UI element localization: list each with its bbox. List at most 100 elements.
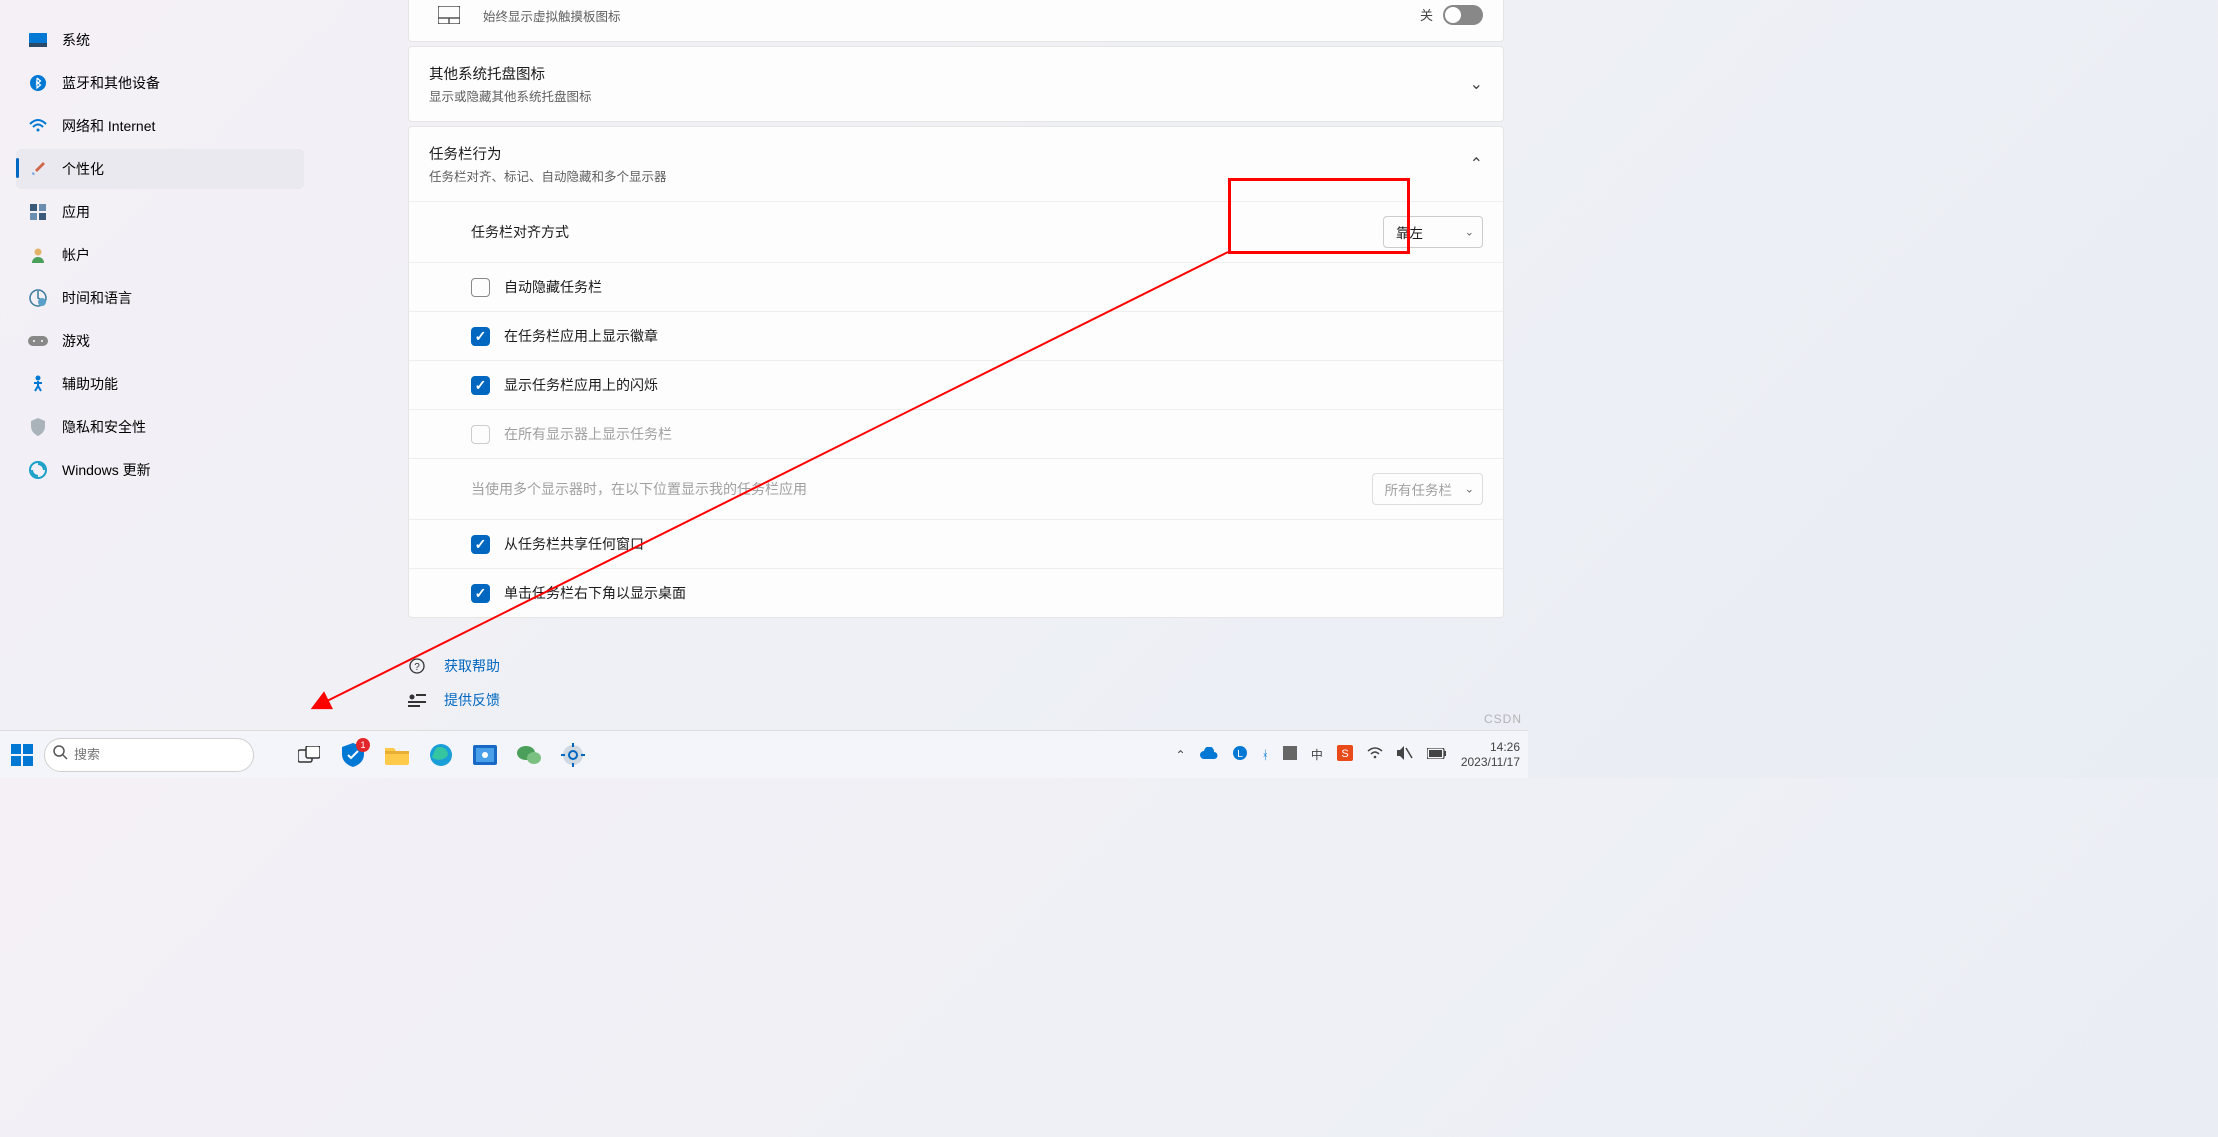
sidebar-item-personalization[interactable]: 个性化 xyxy=(16,149,304,189)
taskbar-badge: 1 xyxy=(356,738,370,752)
tray-clock[interactable]: 14:26 2023/11/17 xyxy=(1461,740,1520,769)
row-label: 任务栏对齐方式 xyxy=(471,222,569,242)
sidebar: 系统 蓝牙和其他设备 网络和 Internet 个性化 应用 帐户 时间和语言 xyxy=(0,0,320,730)
sidebar-item-label: 蓝牙和其他设备 xyxy=(62,73,160,93)
sidebar-item-label: 时间和语言 xyxy=(62,288,132,308)
help-icon: ? xyxy=(408,658,426,674)
sidebar-item-network[interactable]: 网络和 Internet xyxy=(16,106,304,146)
tray-chevron-icon[interactable]: ⌃ xyxy=(1176,748,1186,762)
taskbar-app-explorer[interactable] xyxy=(382,740,412,770)
update-icon xyxy=(28,460,48,480)
main-content: 始终显示虚拟触摸板图标 关 其他系统托盘图标 显示或隐藏其他系统托盘图标 ⌄ xyxy=(320,0,1528,730)
row-alignment: 任务栏对齐方式 靠左 ⌄ xyxy=(409,201,1503,262)
link-text[interactable]: 获取帮助 xyxy=(444,656,500,676)
row-badges[interactable]: 在任务栏应用上显示徽章 xyxy=(409,311,1503,360)
row-label: 从任务栏共享任何窗口 xyxy=(504,534,644,554)
taskbar-app-screenshot[interactable] xyxy=(470,740,500,770)
taskbar-app-security[interactable]: 1 xyxy=(338,740,368,770)
sidebar-item-label: 隐私和安全性 xyxy=(62,417,146,437)
chevron-down-icon: ⌄ xyxy=(1465,226,1474,239)
watermark: CSDN xyxy=(1484,712,1522,726)
taskbar-app-edge[interactable] xyxy=(426,740,456,770)
row-multi-monitor-apps: 当使用多个显示器时，在以下位置显示我的任务栏应用 所有任务栏 ⌄ xyxy=(409,458,1503,519)
row-autohide[interactable]: 自动隐藏任务栏 xyxy=(409,262,1503,311)
taskbar-search[interactable] xyxy=(44,738,254,772)
checkbox-checked[interactable] xyxy=(471,584,490,603)
row-label: 单击任务栏右下角以显示桌面 xyxy=(504,583,686,603)
apps-icon xyxy=(28,202,48,222)
panel-header[interactable]: 任务栏行为 任务栏对齐、标记、自动隐藏和多个显示器 ⌃ xyxy=(409,127,1503,201)
row-label: 在任务栏应用上显示徽章 xyxy=(504,326,658,346)
panel-other-tray-icons[interactable]: 其他系统托盘图标 显示或隐藏其他系统托盘图标 ⌄ xyxy=(408,46,1504,122)
taskbar-app-settings[interactable] xyxy=(558,740,588,770)
checkbox-checked[interactable] xyxy=(471,327,490,346)
sidebar-item-label: 网络和 Internet xyxy=(62,116,155,136)
taskbar-app-taskview[interactable] xyxy=(294,740,324,770)
checkbox-checked[interactable] xyxy=(471,376,490,395)
tray-bluetooth-icon[interactable]: ᚼ xyxy=(1262,748,1269,762)
chevron-up-icon: ⌃ xyxy=(1470,154,1483,174)
accessibility-icon xyxy=(28,374,48,394)
panel-sub: 始终显示虚拟触摸板图标 xyxy=(483,6,621,25)
multimon-dropdown: 所有任务栏 ⌄ xyxy=(1372,473,1484,505)
sidebar-item-bluetooth[interactable]: 蓝牙和其他设备 xyxy=(16,63,304,103)
toggle-switch[interactable] xyxy=(1443,5,1483,25)
taskbar: 1 ⌃ L ᚼ 中 S 14:26 2023/11/17 xyxy=(0,730,1528,778)
sidebar-item-gaming[interactable]: 游戏 xyxy=(16,321,304,361)
sidebar-item-privacy[interactable]: 隐私和安全性 xyxy=(16,407,304,447)
tray-circle-icon[interactable]: L xyxy=(1232,745,1248,764)
checkbox-unchecked[interactable] xyxy=(471,278,490,297)
tray-ime-icon[interactable]: 中 xyxy=(1311,746,1323,763)
start-button[interactable] xyxy=(8,741,36,769)
toggle-label: 关 xyxy=(1420,5,1433,24)
sidebar-item-time-language[interactable]: 时间和语言 xyxy=(16,278,304,318)
link-text[interactable]: 提供反馈 xyxy=(444,690,500,710)
tray-wifi-icon[interactable] xyxy=(1367,747,1383,762)
link-give-feedback[interactable]: 提供反馈 xyxy=(408,690,1504,710)
sidebar-item-accessibility[interactable]: 辅助功能 xyxy=(16,364,304,404)
sidebar-item-label: 系统 xyxy=(62,30,90,50)
sidebar-item-label: 帐户 xyxy=(62,245,90,265)
panel-sub: 任务栏对齐、标记、自动隐藏和多个显示器 xyxy=(429,166,667,185)
gamepad-icon xyxy=(28,331,48,351)
sidebar-item-label: 应用 xyxy=(62,202,90,222)
panel-virtual-touchpad[interactable]: 始终显示虚拟触摸板图标 关 xyxy=(408,0,1504,42)
sidebar-item-label: 个性化 xyxy=(62,159,104,179)
panel-taskbar-behavior: 任务栏行为 任务栏对齐、标记、自动隐藏和多个显示器 ⌃ 任务栏对齐方式 靠左 ⌄… xyxy=(408,126,1504,618)
sidebar-item-apps[interactable]: 应用 xyxy=(16,192,304,232)
checkbox-checked[interactable] xyxy=(471,535,490,554)
panel-title: 任务栏行为 xyxy=(429,143,667,164)
dropdown-value: 所有任务栏 xyxy=(1385,483,1453,498)
row-label: 当使用多个显示器时，在以下位置显示我的任务栏应用 xyxy=(471,479,807,499)
svg-text:S: S xyxy=(1341,748,1348,760)
row-flash[interactable]: 显示任务栏应用上的闪烁 xyxy=(409,360,1503,409)
tray-battery-icon[interactable] xyxy=(1427,748,1447,762)
tray-app-icon[interactable] xyxy=(1283,746,1297,763)
svg-text:?: ? xyxy=(414,662,420,673)
sidebar-item-accounts[interactable]: 帐户 xyxy=(16,235,304,275)
taskbar-app-wechat[interactable] xyxy=(514,740,544,770)
panel-title: 其他系统托盘图标 xyxy=(429,63,592,84)
clock-globe-icon xyxy=(28,288,48,308)
person-icon xyxy=(28,245,48,265)
link-get-help[interactable]: ? 获取帮助 xyxy=(408,656,1504,676)
taskbar-tray: ⌃ L ᚼ 中 S 14:26 2023/11/17 xyxy=(1176,740,1520,769)
row-label: 在所有显示器上显示任务栏 xyxy=(504,424,672,444)
wifi-icon xyxy=(28,116,48,136)
tray-volume-icon[interactable] xyxy=(1397,746,1413,763)
support-links: ? 获取帮助 提供反馈 xyxy=(408,622,1504,710)
tray-date: 2023/11/17 xyxy=(1461,755,1520,769)
touchpad-icon xyxy=(429,6,469,24)
tray-sogou-icon[interactable]: S xyxy=(1337,745,1353,764)
search-input[interactable] xyxy=(74,747,250,762)
sidebar-item-label: 游戏 xyxy=(62,331,90,351)
tray-time: 14:26 xyxy=(1461,740,1520,754)
sidebar-item-system[interactable]: 系统 xyxy=(16,20,304,60)
alignment-dropdown[interactable]: 靠左 ⌄ xyxy=(1383,216,1483,248)
row-show-desktop[interactable]: 单击任务栏右下角以显示桌面 xyxy=(409,568,1503,617)
tray-onedrive-icon[interactable] xyxy=(1200,747,1218,762)
row-share-window[interactable]: 从任务栏共享任何窗口 xyxy=(409,519,1503,568)
sidebar-item-windows-update[interactable]: Windows 更新 xyxy=(16,450,304,490)
dropdown-value: 靠左 xyxy=(1396,226,1423,241)
chevron-down-icon: ⌄ xyxy=(1470,74,1483,94)
